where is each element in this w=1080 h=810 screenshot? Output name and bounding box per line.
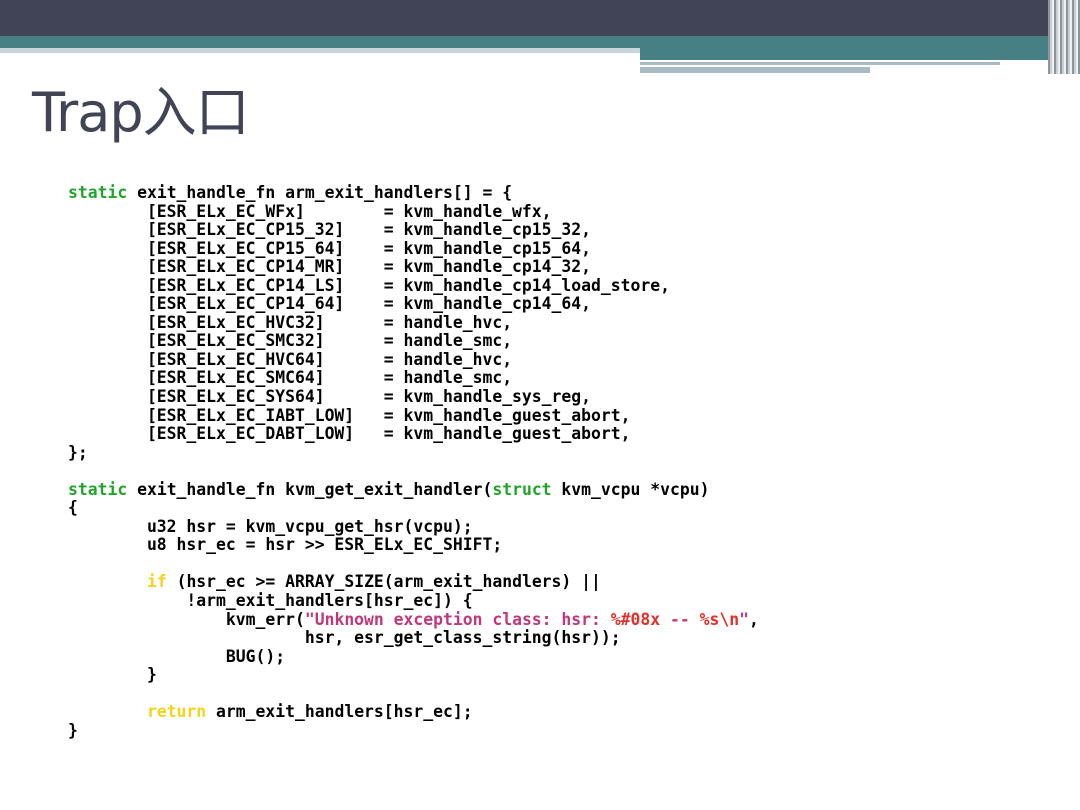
code-token: %s\n [699, 609, 740, 629]
code-token: } [68, 720, 78, 740]
code-line: static exit_handle_fn kvm_get_exit_handl… [68, 479, 1048, 500]
code-token: [ESR_ELx_EC_SMC32] = handle_smc, [68, 331, 513, 351]
slide-title: Trap入口 [32, 81, 250, 144]
code-token: if [146, 572, 167, 592]
code-line: [ESR_ELx_EC_IABT_LOW] = kvm_handle_guest… [68, 405, 1048, 426]
code-token: (hsr_ec >= ARRAY_SIZE(arm_exit_handlers)… [166, 572, 601, 592]
code-line: [ESR_ELx_EC_CP14_MR] = kvm_handle_cp14_3… [68, 257, 1048, 277]
code-token: BUG(); [68, 646, 286, 666]
code-token: { [68, 498, 78, 518]
code-line: { [68, 499, 1048, 518]
code-token: !arm_exit_handlers[hsr_ec]) { [68, 591, 473, 611]
code-token: [ESR_ELx_EC_WFx] = kvm_handle_wfx, [68, 201, 552, 221]
code-token: static [68, 183, 128, 202]
code-line: [ESR_ELx_EC_CP15_64] = kvm_handle_cp15_6… [68, 238, 1048, 259]
code-token: "Unknown exception class: hsr: [304, 609, 611, 629]
code-line: [ESR_ELx_EC_CP14_LS] = kvm_handle_cp14_l… [68, 275, 1048, 296]
code-token: -- [660, 609, 700, 629]
code-token: [ESR_ELx_EC_CP14_MR] = kvm_handle_cp14_3… [68, 257, 592, 277]
code-line: !arm_exit_handlers[hsr_ec]) { [68, 591, 1048, 611]
code-line: } [68, 720, 1048, 741]
header-tab-line [640, 62, 1000, 65]
code-token: [ESR_ELx_EC_SYS64] = kvm_handle_sys_reg, [68, 387, 592, 407]
code-line: [ESR_ELx_EC_HVC32] = handle_hvc, [68, 312, 1048, 333]
code-line: [ESR_ELx_EC_WFx] = kvm_handle_wfx, [68, 201, 1048, 222]
code-line: return arm_exit_handlers[hsr_ec]; [68, 703, 1048, 722]
code-token: hsr, esr_get_class_string(hsr)); [68, 628, 621, 648]
code-token: [ESR_ELx_EC_CP15_32] = kvm_handle_cp15_3… [68, 220, 592, 240]
code-token: [ESR_ELx_EC_CP15_64] = kvm_handle_cp15_6… [68, 238, 592, 258]
code-line: if (hsr_ec >= ARRAY_SIZE(arm_exit_handle… [68, 573, 1048, 592]
code-line: BUG(); [68, 646, 1048, 667]
code-line: u32 hsr = kvm_vcpu_get_hsr(vcpu); [68, 516, 1048, 537]
header-tab-teal [640, 48, 1050, 60]
code-token: static [68, 479, 128, 499]
code-line: u8 hsr_ec = hsr >> ESR_ELx_EC_SHIFT; [68, 536, 1048, 555]
code-line: [ESR_ELx_EC_CP15_32] = kvm_handle_cp15_3… [68, 220, 1048, 240]
code-token: u8 hsr_ec = hsr >> ESR_ELx_EC_SHIFT; [68, 535, 503, 555]
code-line: static exit_handle_fn arm_exit_handlers[… [68, 183, 1048, 203]
code-token: [ESR_ELx_EC_CP14_LS] = kvm_handle_cp14_l… [68, 275, 670, 295]
code-token: return [146, 702, 207, 722]
code-line: [ESR_ELx_EC_HVC64] = handle_hvc, [68, 349, 1048, 370]
code-token: u32 hsr = kvm_vcpu_get_hsr(vcpu); [68, 516, 473, 536]
code-line: [ESR_ELx_EC_DABT_LOW] = kvm_handle_guest… [68, 424, 1048, 444]
code-block: static exit_handle_fn arm_exit_handlers[… [68, 183, 1048, 744]
header-edge-stripes [1048, 0, 1080, 74]
code-token: [ESR_ELx_EC_DABT_LOW] = kvm_handle_guest… [68, 424, 631, 444]
code-token: arm_exit_handlers[hsr_ec]; [206, 702, 473, 722]
code-token: kvm_err( [68, 609, 305, 629]
code-token: }; [68, 442, 88, 462]
code-token: " [739, 609, 749, 629]
code-token: } [68, 665, 157, 685]
code-line: [ESR_ELx_EC_SYS64] = kvm_handle_sys_reg, [68, 387, 1048, 407]
code-token: , [748, 609, 759, 629]
code-token: exit_handle_fn kvm_get_exit_handler( [127, 479, 493, 499]
header-tab-line [640, 67, 870, 73]
code-line: [ESR_ELx_EC_SMC32] = handle_smc, [68, 332, 1048, 351]
code-line: }; [68, 442, 1048, 463]
code-token: kvm_vcpu *vcpu) [551, 479, 710, 499]
header-bar-dark [0, 0, 1080, 36]
code-token: [ESR_ELx_EC_CP14_64] = kvm_handle_cp14_6… [68, 294, 592, 314]
code-line: [ESR_ELx_EC_CP14_64] = kvm_handle_cp14_6… [68, 295, 1048, 314]
code-token: [ESR_ELx_EC_HVC64] = handle_hvc, [68, 349, 513, 369]
code-token: [ESR_ELx_EC_HVC32] = handle_hvc, [68, 312, 513, 332]
code-token: struct [492, 479, 552, 499]
header-bar-light [0, 48, 640, 53]
code-line: kvm_err("Unknown exception class: hsr: %… [68, 609, 1048, 630]
code-line: } [68, 665, 1048, 685]
header-bar-teal [0, 36, 1080, 48]
code-token: [ESR_ELx_EC_SMC64] = handle_smc, [68, 368, 513, 388]
code-token: exit_handle_fn arm_exit_handlers[] = { [127, 183, 513, 202]
code-token: [ESR_ELx_EC_IABT_LOW] = kvm_handle_guest… [68, 405, 631, 425]
code-line: [ESR_ELx_EC_SMC64] = handle_smc, [68, 369, 1048, 388]
code-token: %#08x [610, 609, 661, 629]
code-line: hsr, esr_get_class_string(hsr)); [68, 628, 1048, 648]
